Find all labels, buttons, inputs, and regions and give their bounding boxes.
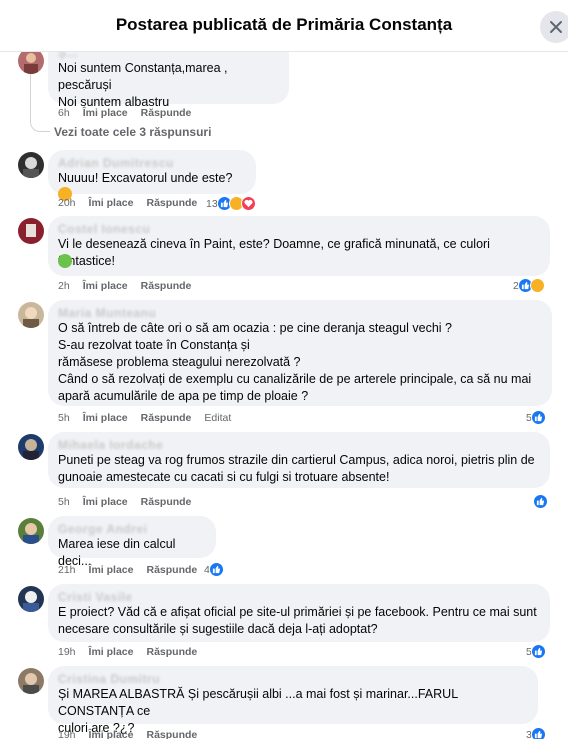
comment-text-content: Nuuuu! Excavatorul unde este? <box>58 171 233 185</box>
comment-bubble: Cristi Vasile E proiect? Văd că e afișat… <box>48 584 550 642</box>
comment-bubble: Cristina Dumitru Și MAREA ALBASTRĂ Și pe… <box>48 666 538 735</box>
comment-bubble: Maria Munteanu O să întreb de câte ori o… <box>48 300 552 406</box>
reaction-summary[interactable] <box>533 494 548 509</box>
like-icon <box>530 644 546 659</box>
like-icon <box>530 410 546 425</box>
reaction-summary[interactable]: 5 <box>526 410 546 425</box>
avatar[interactable] <box>18 152 44 178</box>
comment-bubble: George Andrei Marea iese din calcul deci… <box>48 516 216 568</box>
comment-bubble: Costel Ionescu Vi le desenează cineva în… <box>48 216 550 276</box>
comment-time[interactable]: 2h <box>58 280 70 292</box>
reaction-summary[interactable]: 2 <box>513 278 545 293</box>
comment-actions: 2h Îmi place Răspunde <box>58 280 204 292</box>
comment-author[interactable]: Mihaela Iordache <box>58 438 540 452</box>
close-button[interactable] <box>540 11 568 43</box>
comment-bubble: Mihaela Iordache Puneti pe steag va rog … <box>48 432 550 488</box>
edited-label: Editat <box>204 412 232 424</box>
dialog-header: Postarea publicată de Primăria Constanța <box>0 0 568 52</box>
comment-actions: 20h Îmi place Răspunde <box>58 197 210 209</box>
reply-button[interactable]: Răspunde <box>146 646 197 658</box>
comment-author[interactable]: Cristina Dumitru <box>58 672 528 686</box>
comment-actions: 5h Îmi place Răspunde Editat <box>58 412 244 424</box>
avatar[interactable] <box>18 434 44 460</box>
like-button[interactable]: Îmi place <box>83 280 128 292</box>
comment-author[interactable]: Cristi Vasile <box>58 590 540 604</box>
like-icon <box>533 494 548 509</box>
dialog-title: Postarea publicată de Primăria Constanța <box>115 15 453 34</box>
reaction-summary[interactable]: 4 <box>204 562 224 577</box>
reaction-summary[interactable]: 5 <box>526 644 546 659</box>
comment-time[interactable]: 19h <box>58 646 76 658</box>
like-button[interactable]: Îmi place <box>89 646 134 658</box>
comment-time[interactable]: 19h <box>58 729 76 739</box>
comment-time[interactable]: 5h <box>58 496 70 508</box>
nauseated-emoji-icon <box>58 254 72 268</box>
reply-button[interactable]: Răspunde <box>141 107 192 119</box>
like-icon <box>208 562 224 577</box>
reply-button[interactable]: Răspunde <box>141 280 192 292</box>
avatar[interactable] <box>18 586 44 612</box>
thread-line <box>30 74 50 132</box>
comment-actions: 19h Îmi place Răspunde <box>58 729 210 739</box>
like-button[interactable]: Îmi place <box>89 729 134 739</box>
comment-time[interactable]: 5h <box>58 412 70 424</box>
like-button[interactable]: Îmi place <box>83 107 128 119</box>
comment-text: Vi le desenează cineva în Paint, este? D… <box>58 237 490 268</box>
reaction-summary[interactable]: 13 <box>206 196 256 211</box>
avatar[interactable] <box>18 302 44 328</box>
comment-author[interactable]: Costel Ionescu <box>58 222 540 236</box>
comment-time[interactable]: 21h <box>58 564 76 576</box>
like-icon <box>530 727 546 739</box>
comment-text: Noi suntem Constanța,marea , pescăruși N… <box>58 61 228 109</box>
comment-author[interactable]: Adrian Dumitrescu <box>58 156 246 170</box>
reply-button[interactable]: Răspunde <box>146 564 197 576</box>
comment-actions: 5h Îmi place Răspunde <box>58 496 204 508</box>
avatar[interactable] <box>18 518 44 544</box>
comment-actions: 6h Îmi place Răspunde <box>58 107 204 119</box>
view-more-replies-link[interactable]: Vezi toate cele 3 răspunsuri <box>54 125 211 139</box>
reply-button[interactable]: Răspunde <box>146 197 197 209</box>
close-icon <box>550 21 562 33</box>
love-icon <box>240 196 256 211</box>
avatar[interactable] <box>18 668 44 694</box>
comment-bubble: Adrian Dumitrescu Nuuuu! Excavatorul und… <box>48 150 256 201</box>
comment-text: E proiect? Văd că e afișat oficial pe si… <box>58 605 537 636</box>
comment-text: Puneti pe steag va rog frumos strazile d… <box>58 453 535 484</box>
haha-icon <box>529 278 545 293</box>
comment-actions: 19h Îmi place Răspunde <box>58 646 210 658</box>
reaction-count: 13 <box>206 197 218 210</box>
comment-text: O să întreb de câte ori o să am ocazia :… <box>58 321 532 403</box>
reaction-summary[interactable]: 3 <box>526 727 546 739</box>
comment-time[interactable]: 20h <box>58 197 76 209</box>
like-button[interactable]: Îmi place <box>83 412 128 424</box>
like-button[interactable]: Îmi place <box>89 197 134 209</box>
avatar[interactable] <box>18 218 44 244</box>
reply-button[interactable]: Răspunde <box>146 729 197 739</box>
comment-author[interactable]: George Andrei <box>58 522 206 536</box>
comment-actions: 21h Îmi place Răspunde <box>58 564 210 576</box>
reply-button[interactable]: Răspunde <box>141 496 192 508</box>
comment-time[interactable]: 6h <box>58 107 70 119</box>
reply-button[interactable]: Răspunde <box>141 412 192 424</box>
comment-author[interactable]: Maria Munteanu <box>58 306 542 320</box>
like-button[interactable]: Îmi place <box>89 564 134 576</box>
like-button[interactable]: Îmi place <box>83 496 128 508</box>
